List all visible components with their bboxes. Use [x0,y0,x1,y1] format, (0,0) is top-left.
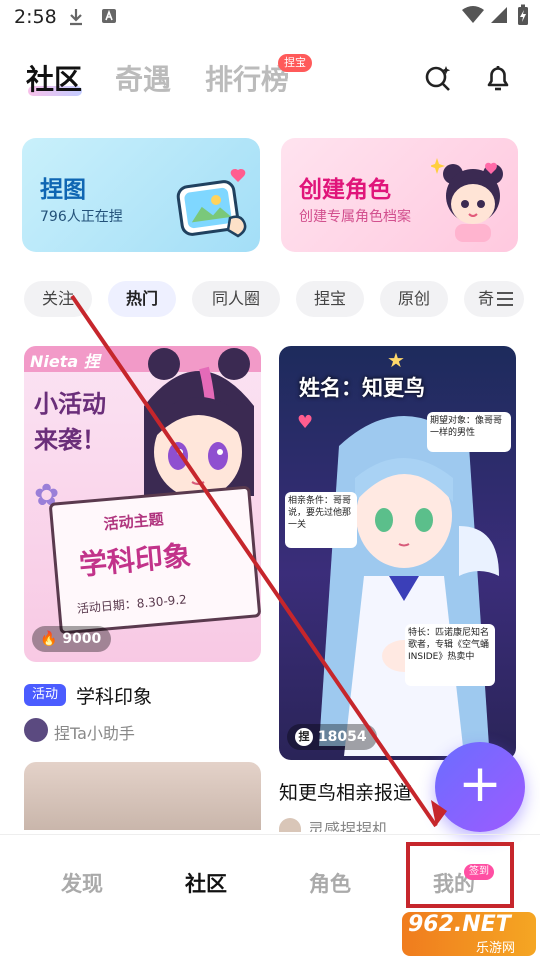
nav-role[interactable]: 角色 [309,868,351,898]
nav-discover[interactable]: 发现 [61,868,103,898]
watermark-site: 962.NET [408,912,511,937]
bottom-nav-divider [0,834,540,835]
nav-community[interactable]: 社区 [185,868,227,898]
annotation-highlight-box [406,842,514,908]
annotation-arrow [70,294,447,828]
site-watermark: 962.NET 乐游网 [402,912,536,956]
watermark-sub: 乐游网 [476,941,516,956]
